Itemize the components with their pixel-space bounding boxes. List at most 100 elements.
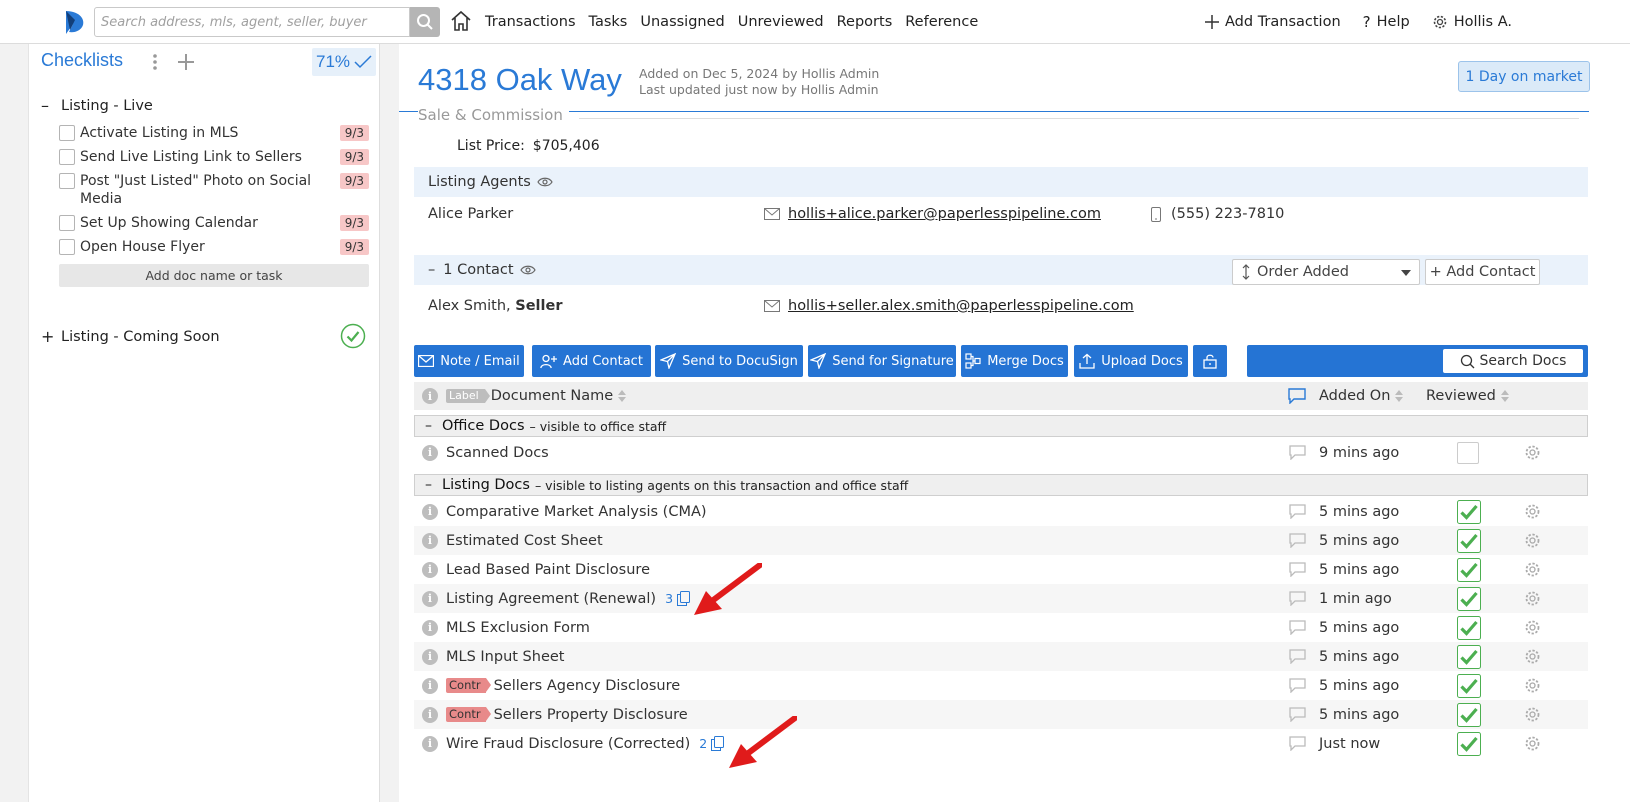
comment-icon[interactable] <box>1289 562 1306 577</box>
collapse-icon[interactable]: – <box>428 262 435 278</box>
gear-icon[interactable] <box>1524 532 1541 549</box>
version-count[interactable]: 3 <box>665 591 691 606</box>
global-search-input[interactable] <box>94 7 410 37</box>
task-checkbox[interactable] <box>59 149 75 165</box>
task-label[interactable]: Open House Flyer <box>80 238 340 256</box>
document-name[interactable]: MLS Exclusion Form <box>446 620 590 636</box>
info-icon[interactable]: i <box>422 642 438 671</box>
comment-icon[interactable] <box>1289 707 1306 722</box>
col-reviewed[interactable]: Reviewed <box>1426 382 1509 410</box>
reviewed-checkbox[interactable] <box>1457 673 1481 698</box>
gear-icon[interactable] <box>1524 561 1541 578</box>
add-transaction-button[interactable]: Add Transaction <box>1205 14 1341 30</box>
add-contact-small-button[interactable]: + Add Contact <box>1425 259 1540 285</box>
search-docs-button[interactable]: Search Docs <box>1443 349 1583 373</box>
info-icon[interactable]: i <box>422 497 438 526</box>
document-name[interactable]: Estimated Cost Sheet <box>446 533 603 549</box>
reviewed-checkbox[interactable] <box>1457 528 1481 553</box>
info-icon[interactable]: i <box>422 729 438 758</box>
group-office-docs[interactable]: – Office Docs – visible to office staff <box>414 415 1588 437</box>
gear-icon[interactable] <box>1524 735 1541 752</box>
info-icon[interactable]: i <box>422 613 438 642</box>
eye-icon[interactable] <box>519 264 536 276</box>
contact-email[interactable]: hollis+seller.alex.smith@paperlesspipeli… <box>764 298 1134 314</box>
contact-name[interactable]: Alex Smith, Seller <box>428 298 562 314</box>
table-row[interactable]: i Estimated Cost Sheet 5 mins ago <box>414 526 1588 555</box>
agent-email-link[interactable]: hollis+alice.parker@paperlesspipeline.co… <box>788 206 1101 222</box>
search-button[interactable] <box>410 7 440 37</box>
reviewed-checkbox[interactable] <box>1457 731 1481 756</box>
table-row[interactable]: i Listing Agreement (Renewal) 3 1 min ago <box>414 584 1588 613</box>
checklist-group-live[interactable]: – Listing - Live <box>41 96 153 115</box>
task-checkbox[interactable] <box>59 173 75 189</box>
comment-icon[interactable] <box>1289 736 1306 751</box>
gear-icon[interactable] <box>1524 706 1541 723</box>
nav-tasks[interactable]: Tasks <box>589 14 628 30</box>
col-added-on[interactable]: Added On <box>1319 382 1404 410</box>
document-name[interactable]: Sellers Property Disclosure <box>494 707 688 723</box>
send-for-signature-button[interactable]: Send for Signature <box>808 345 956 377</box>
contact-order-select[interactable]: Order Added <box>1232 259 1420 285</box>
table-row[interactable]: i Contr Sellers Property Disclosure 5 mins … <box>414 700 1588 729</box>
days-on-market-badge[interactable]: 1 Day on market <box>1458 61 1590 92</box>
task-label[interactable]: Set Up Showing Calendar <box>80 214 340 232</box>
reviewed-checkbox[interactable] <box>1457 441 1479 464</box>
agent-phone[interactable]: (555) 223-7810 <box>1151 206 1284 222</box>
group-listing-docs[interactable]: – Listing Docs – visible to listing agen… <box>414 474 1588 496</box>
agent-email[interactable]: hollis+alice.parker@paperlesspipeline.co… <box>764 206 1101 222</box>
note-email-button[interactable]: Note / Email <box>414 345 524 377</box>
comment-icon[interactable] <box>1289 620 1306 635</box>
upload-docs-button[interactable]: Upload Docs <box>1074 345 1188 377</box>
kebab-menu-icon[interactable] <box>150 52 160 72</box>
add-doc-or-task-button[interactable]: Add doc name or task <box>59 264 369 287</box>
task-label[interactable]: Send Live Listing Link to Sellers <box>80 148 340 166</box>
table-row[interactable]: i Wire Fraud Disclosure (Corrected) 2 Just … <box>414 729 1588 758</box>
table-row[interactable]: i Contr Sellers Agency Disclosure 5 mins ag… <box>414 671 1588 700</box>
comment-icon[interactable] <box>1289 445 1306 460</box>
nav-reports[interactable]: Reports <box>837 14 893 30</box>
help-button[interactable]: ? Help <box>1363 13 1410 31</box>
user-menu[interactable]: Hollis A. <box>1432 14 1512 30</box>
document-name[interactable]: Lead Based Paint Disclosure <box>446 562 650 578</box>
info-icon[interactable]: i <box>422 584 438 613</box>
table-row[interactable]: i MLS Input Sheet 5 mins ago <box>414 642 1588 671</box>
comment-icon[interactable] <box>1289 649 1306 664</box>
logo-icon[interactable] <box>60 8 88 36</box>
info-icon[interactable]: i <box>422 700 438 729</box>
table-row[interactable]: i Comparative Market Analysis (CMA) 5 mins… <box>414 497 1588 526</box>
nav-transactions[interactable]: Transactions <box>485 14 576 30</box>
task-checkbox[interactable] <box>59 215 75 231</box>
add-contact-button[interactable]: Add Contact <box>532 345 651 377</box>
info-icon[interactable]: i <box>422 438 438 467</box>
agent-name[interactable]: Alice Parker <box>428 206 513 222</box>
document-name[interactable]: Scanned Docs <box>446 445 549 461</box>
home-icon[interactable] <box>449 9 473 33</box>
nav-unreviewed[interactable]: Unreviewed <box>738 14 824 30</box>
version-count[interactable]: 2 <box>699 736 725 751</box>
comment-icon[interactable] <box>1289 504 1306 519</box>
document-name[interactable]: Listing Agreement (Renewal) <box>446 591 656 607</box>
info-icon[interactable]: i <box>422 526 438 555</box>
gear-icon[interactable] <box>1524 677 1541 694</box>
reviewed-checkbox[interactable] <box>1457 499 1481 524</box>
reviewed-checkbox[interactable] <box>1457 615 1481 640</box>
comment-icon[interactable] <box>1289 678 1306 693</box>
table-row[interactable]: i MLS Exclusion Form 5 mins ago <box>414 613 1588 642</box>
contact-email-link[interactable]: hollis+seller.alex.smith@paperlesspipeli… <box>788 298 1134 314</box>
document-name[interactable]: Sellers Agency Disclosure <box>494 678 681 694</box>
gear-icon[interactable] <box>1524 590 1541 607</box>
info-icon[interactable]: i <box>422 555 438 584</box>
reviewed-checkbox[interactable] <box>1457 644 1481 669</box>
send-to-docusign-button[interactable]: Send to DocuSign <box>655 345 803 377</box>
document-name[interactable]: Wire Fraud Disclosure (Corrected) <box>446 736 690 752</box>
task-label[interactable]: Activate Listing in MLS <box>80 124 340 142</box>
gear-icon[interactable] <box>1524 444 1541 461</box>
reviewed-checkbox[interactable] <box>1457 557 1481 582</box>
gear-icon[interactable] <box>1524 648 1541 665</box>
table-row[interactable]: i Lead Based Paint Disclosure 5 mins ago <box>414 555 1588 584</box>
gear-icon[interactable] <box>1524 619 1541 636</box>
task-checkbox[interactable] <box>59 125 75 141</box>
comment-icon[interactable] <box>1289 533 1306 548</box>
checklist-group-coming-soon[interactable]: + Listing - Coming Soon <box>41 327 220 346</box>
add-checklist-icon[interactable] <box>175 51 197 73</box>
